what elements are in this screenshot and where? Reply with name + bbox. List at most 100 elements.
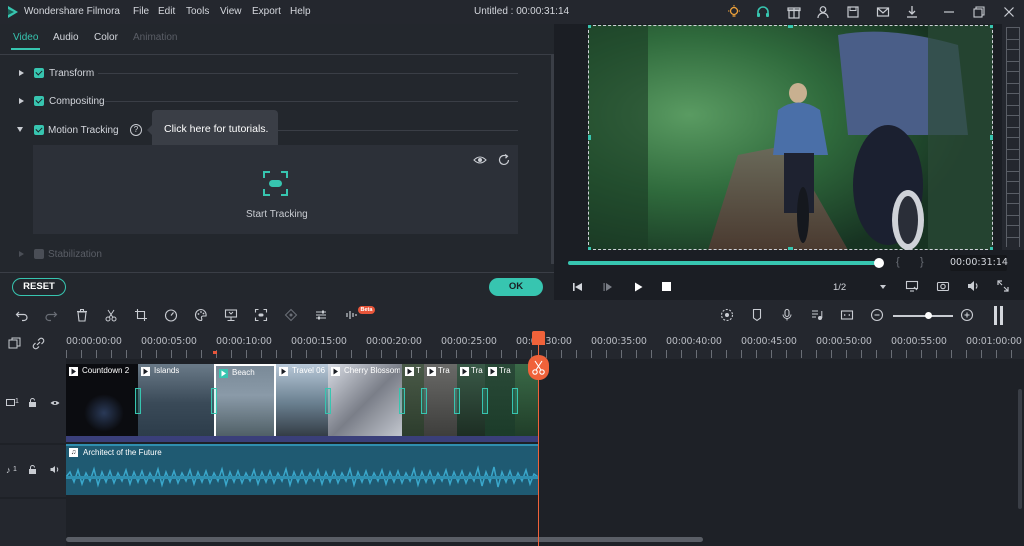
- start-tracking-label[interactable]: Start Tracking: [246, 209, 308, 220]
- restore-icon[interactable]: [971, 4, 987, 20]
- menu-export[interactable]: Export: [252, 6, 281, 17]
- expand-compositing-icon[interactable]: [19, 98, 24, 104]
- compositing-checkbox[interactable]: [34, 96, 44, 106]
- resize-handle[interactable]: [588, 135, 591, 140]
- undo-icon[interactable]: [15, 308, 29, 322]
- snapshot-camera-icon[interactable]: [936, 279, 950, 293]
- transition-marker[interactable]: [512, 388, 518, 414]
- support-headset-icon[interactable]: [755, 4, 771, 20]
- minimize-icon[interactable]: [941, 4, 957, 20]
- track-scrollbar[interactable]: [1018, 389, 1022, 509]
- voiceover-list-icon[interactable]: [810, 308, 824, 322]
- video-clip[interactable]: Tra: [457, 364, 485, 442]
- tab-video[interactable]: Video: [13, 32, 38, 43]
- cut-scissors-icon[interactable]: [104, 308, 118, 322]
- zoom-slider-knob[interactable]: [925, 312, 932, 319]
- tab-animation[interactable]: Animation: [133, 32, 177, 43]
- preview-progress-knob[interactable]: [874, 258, 885, 268]
- mark-out-icon[interactable]: }: [920, 256, 924, 268]
- previous-frame-icon[interactable]: [572, 281, 584, 293]
- quality-select[interactable]: 1/2: [833, 282, 846, 293]
- transition-marker[interactable]: [482, 388, 488, 414]
- mail-icon[interactable]: [875, 4, 891, 20]
- ok-button[interactable]: OK: [489, 278, 543, 296]
- download-icon[interactable]: [904, 4, 920, 20]
- close-icon[interactable]: [1001, 4, 1017, 20]
- fullscreen-icon[interactable]: [996, 279, 1010, 293]
- video-clip[interactable]: Islands: [138, 364, 214, 442]
- tab-color[interactable]: Color: [94, 32, 118, 43]
- refresh-icon[interactable]: [497, 153, 511, 167]
- audio-clip[interactable]: ♫ Architect of the Future: [66, 444, 538, 495]
- zoom-out-icon[interactable]: [870, 308, 884, 322]
- resize-handle[interactable]: [990, 247, 993, 250]
- timeline-ruler[interactable]: 00:00:00:00 00:00:05:00 00:00:10:00 00:0…: [0, 331, 1024, 359]
- playhead-handle[interactable]: [532, 331, 545, 345]
- redo-icon[interactable]: [44, 308, 58, 322]
- audio-stretch-icon[interactable]: [344, 308, 358, 322]
- play-slow-icon[interactable]: [602, 281, 614, 293]
- resize-handle[interactable]: [990, 135, 993, 140]
- crop-icon[interactable]: [134, 308, 148, 322]
- menu-edit[interactable]: Edit: [158, 6, 175, 17]
- tab-audio[interactable]: Audio: [53, 32, 79, 43]
- preview-video[interactable]: [588, 25, 993, 250]
- transition-marker[interactable]: [421, 388, 427, 414]
- transition-marker[interactable]: [135, 388, 141, 414]
- expand-stabilization-icon[interactable]: [19, 251, 24, 257]
- transition-marker[interactable]: [399, 388, 405, 414]
- eye-icon[interactable]: [50, 399, 60, 407]
- speaker-icon[interactable]: [50, 465, 60, 474]
- lock-icon[interactable]: [28, 398, 37, 407]
- transition-marker[interactable]: [211, 388, 217, 414]
- video-clip[interactable]: Tra: [424, 364, 457, 442]
- stop-icon[interactable]: [662, 282, 671, 291]
- render-preview-icon[interactable]: [905, 279, 919, 293]
- stabilization-checkbox[interactable]: [34, 249, 44, 259]
- transform-checkbox[interactable]: [34, 68, 44, 78]
- menu-help[interactable]: Help: [290, 6, 311, 17]
- resize-handle[interactable]: [788, 247, 793, 250]
- preview-progress-track[interactable]: [568, 258, 885, 268]
- video-clip[interactable]: Travel 06: [276, 364, 328, 442]
- transition-marker[interactable]: [325, 388, 331, 414]
- menu-file[interactable]: File: [133, 6, 149, 17]
- eye-icon[interactable]: [473, 153, 487, 167]
- playhead-scissors-button[interactable]: [528, 355, 549, 380]
- pip-icon[interactable]: [840, 308, 854, 322]
- adjust-sliders-icon[interactable]: [314, 308, 328, 322]
- render-icon[interactable]: [720, 308, 734, 322]
- account-icon[interactable]: [815, 4, 831, 20]
- tutorial-tooltip[interactable]: Click here for tutorials.: [147, 110, 278, 150]
- resize-handle[interactable]: [588, 247, 591, 250]
- color-palette-icon[interactable]: [194, 308, 208, 322]
- mark-in-icon[interactable]: {: [896, 256, 900, 268]
- bulb-icon[interactable]: [726, 4, 742, 20]
- video-clip[interactable]: Countdown 2: [66, 364, 138, 442]
- resize-handle[interactable]: [588, 25, 591, 28]
- save-icon[interactable]: [845, 4, 861, 20]
- green-screen-icon[interactable]: [224, 308, 238, 322]
- menu-view[interactable]: View: [220, 6, 242, 17]
- resize-handle[interactable]: [788, 25, 793, 28]
- lock-icon[interactable]: [28, 465, 37, 474]
- play-icon[interactable]: [632, 281, 644, 293]
- link-icon[interactable]: [32, 337, 45, 350]
- video-clip[interactable]: Cherry Blossom: [328, 364, 402, 442]
- transition-marker[interactable]: [454, 388, 460, 414]
- chevron-down-icon[interactable]: [880, 285, 886, 289]
- help-icon[interactable]: ?: [130, 124, 142, 136]
- keyframe-diamond-icon[interactable]: [284, 308, 298, 322]
- zoom-slider-track[interactable]: [893, 315, 953, 317]
- collapse-motion-tracking-icon[interactable]: [17, 127, 23, 132]
- resize-handle[interactable]: [990, 25, 993, 28]
- panel-scrollbar[interactable]: [551, 54, 554, 264]
- reset-button[interactable]: RESET: [12, 278, 66, 296]
- video-clip[interactable]: Tra: [485, 364, 515, 442]
- expand-transform-icon[interactable]: [19, 70, 24, 76]
- motion-tracking-checkbox[interactable]: [34, 125, 44, 135]
- zoom-in-icon[interactable]: [960, 308, 974, 322]
- timeline-scrollbar[interactable]: [66, 537, 703, 542]
- microphone-icon[interactable]: [780, 308, 794, 322]
- start-tracking-icon[interactable]: [262, 170, 289, 197]
